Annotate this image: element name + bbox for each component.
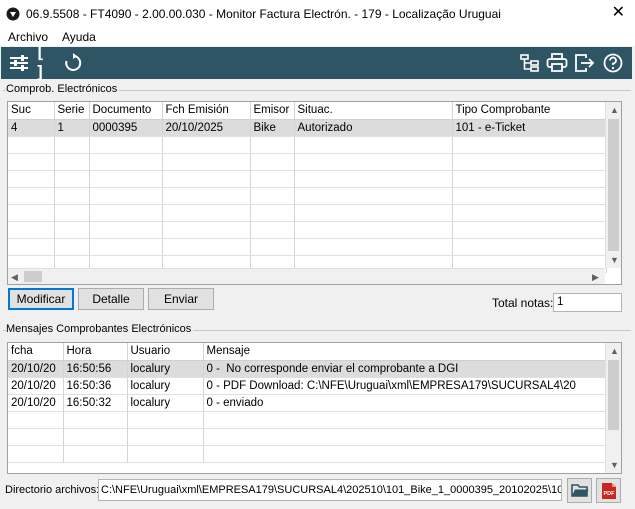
col-emisor[interactable]: Emisor xyxy=(250,102,295,120)
cell-usuario: localury xyxy=(127,394,204,412)
empty-row xyxy=(8,136,607,154)
scroll-down-icon[interactable]: ▼ xyxy=(610,255,619,265)
pdf-icon-text: PDF xyxy=(603,491,615,497)
cell-fch-emision: 20/10/2025 xyxy=(162,119,251,137)
enviar-button[interactable]: Enviar xyxy=(148,288,214,310)
cell-fcha: 20/10/20 xyxy=(8,394,64,412)
table-row[interactable]: 20/10/20 16:50:32 localury 0 - enviado xyxy=(8,394,607,412)
help-icon[interactable] xyxy=(602,52,624,74)
cell-fcha: 20/10/20 xyxy=(8,360,64,378)
empty-row xyxy=(8,187,607,205)
menu-bar: Archivo Ayuda xyxy=(0,28,635,46)
col-documento[interactable]: Documento xyxy=(89,102,163,120)
cell-mensaje: 0 - No corresponde enviar el comprobante… xyxy=(203,360,607,378)
directorio-label: Directorio archivos: xyxy=(5,484,100,496)
brackets-icon[interactable]: [ ] xyxy=(35,43,57,83)
cell-serie: 1 xyxy=(54,119,90,137)
mensajes-header-row: fcha Hora Usuario Mensaje xyxy=(8,343,607,361)
comprob-group-label: Comprob. Electrónicos xyxy=(6,83,120,95)
tree-icon[interactable] xyxy=(519,52,541,74)
menu-ayuda[interactable]: Ayuda xyxy=(62,30,96,44)
scroll-thumb[interactable] xyxy=(608,360,619,430)
detalle-button[interactable]: Detalle xyxy=(78,288,144,310)
directorio-field[interactable]: C:\NFE\Uruguai\xml\EMPRESA179\SUCURSAL4\… xyxy=(98,479,562,501)
comprob-horizontal-scrollbar[interactable]: ◀ ▶ xyxy=(8,268,605,284)
cell-emisor: Bike xyxy=(250,119,295,137)
app-icon xyxy=(6,7,20,21)
filter-settings-icon[interactable] xyxy=(8,52,30,74)
table-row[interactable]: 4 1 0000395 20/10/2025 Bike Autorizado 1… xyxy=(8,119,607,137)
exit-icon[interactable] xyxy=(574,52,596,74)
scroll-thumb[interactable] xyxy=(608,119,619,251)
scroll-up-icon[interactable]: ▲ xyxy=(610,105,619,115)
cell-documento: 0000395 xyxy=(89,119,163,137)
col-mensaje[interactable]: Mensaje xyxy=(203,343,607,361)
empty-row xyxy=(8,445,607,463)
scroll-down-icon[interactable]: ▼ xyxy=(610,460,619,470)
col-situac[interactable]: Situac. xyxy=(294,102,453,120)
col-serie[interactable]: Serie xyxy=(54,102,90,120)
col-tipo-comprobante[interactable]: Tipo Comprobante xyxy=(452,102,607,120)
scroll-right-icon[interactable]: ▶ xyxy=(592,272,599,282)
cell-suc: 4 xyxy=(8,119,55,137)
close-icon[interactable]: ✕ xyxy=(612,4,625,22)
cell-hora: 16:50:56 xyxy=(63,360,128,378)
cell-fcha: 20/10/20 xyxy=(8,377,64,395)
cell-mensaje: 0 - enviado xyxy=(203,394,607,412)
empty-row xyxy=(8,428,607,446)
empty-row xyxy=(8,170,607,188)
col-fch-emision[interactable]: Fch Emisión xyxy=(162,102,251,120)
toolbar: [ ] xyxy=(1,43,632,83)
cell-tipo-comprobante: 101 - e-Ticket xyxy=(452,119,607,137)
mensajes-table: fcha Hora Usuario Mensaje 20/10/20 16:50… xyxy=(8,343,607,463)
scroll-left-icon[interactable]: ◀ xyxy=(11,272,18,282)
folder-icon[interactable] xyxy=(567,478,592,503)
col-hora[interactable]: Hora xyxy=(63,343,128,361)
mensajes-group-label: Mensajes Comprobantes Electrónicos xyxy=(6,323,194,335)
comprob-table: Suc Serie Documento Fch Emisión Emisor S… xyxy=(8,102,607,273)
total-notas-field[interactable]: 1 xyxy=(553,293,622,312)
mensajes-vertical-scrollbar[interactable]: ▲ ▼ xyxy=(605,343,621,473)
modificar-button[interactable]: Modificar xyxy=(8,288,74,310)
scroll-thumb[interactable] xyxy=(24,271,42,282)
scroll-up-icon[interactable]: ▲ xyxy=(610,346,619,356)
col-suc[interactable]: Suc xyxy=(8,102,55,120)
total-notas-label: Total notas: xyxy=(492,296,554,310)
empty-row xyxy=(8,238,607,256)
empty-row xyxy=(8,204,607,222)
cell-usuario: localury xyxy=(127,360,204,378)
comprob-header-row: Suc Serie Documento Fch Emisión Emisor S… xyxy=(8,102,607,120)
col-fcha[interactable]: fcha xyxy=(8,343,64,361)
print-icon[interactable] xyxy=(546,52,568,74)
empty-row xyxy=(8,221,607,239)
cell-situac: Autorizado xyxy=(294,119,453,137)
empty-row xyxy=(8,411,607,429)
window-title: 06.9.5508 - FT4090 - 2.00.00.030 - Monit… xyxy=(26,7,501,21)
comprob-grid[interactable]: Suc Serie Documento Fch Emisión Emisor S… xyxy=(7,101,622,285)
table-row[interactable]: 20/10/20 16:50:36 localury 0 - PDF Downl… xyxy=(8,377,607,395)
empty-row xyxy=(8,153,607,171)
cell-mensaje: 0 - PDF Download: C:\NFE\Uruguai\xml\EMP… xyxy=(203,377,607,395)
title-bar: 06.9.5508 - FT4090 - 2.00.00.030 - Monit… xyxy=(0,0,635,28)
mensajes-grid[interactable]: fcha Hora Usuario Mensaje 20/10/20 16:50… xyxy=(7,342,622,474)
col-usuario[interactable]: Usuario xyxy=(127,343,204,361)
refresh-icon[interactable] xyxy=(62,52,84,74)
table-row[interactable]: 20/10/20 16:50:56 localury 0 - No corres… xyxy=(8,360,607,378)
comprob-vertical-scrollbar[interactable]: ▲ ▼ xyxy=(605,102,621,268)
pdf-icon[interactable]: PDF xyxy=(596,478,621,503)
menu-archivo[interactable]: Archivo xyxy=(8,30,48,44)
cell-usuario: localury xyxy=(127,377,204,395)
cell-hora: 16:50:32 xyxy=(63,394,128,412)
cell-hora: 16:50:36 xyxy=(63,377,128,395)
